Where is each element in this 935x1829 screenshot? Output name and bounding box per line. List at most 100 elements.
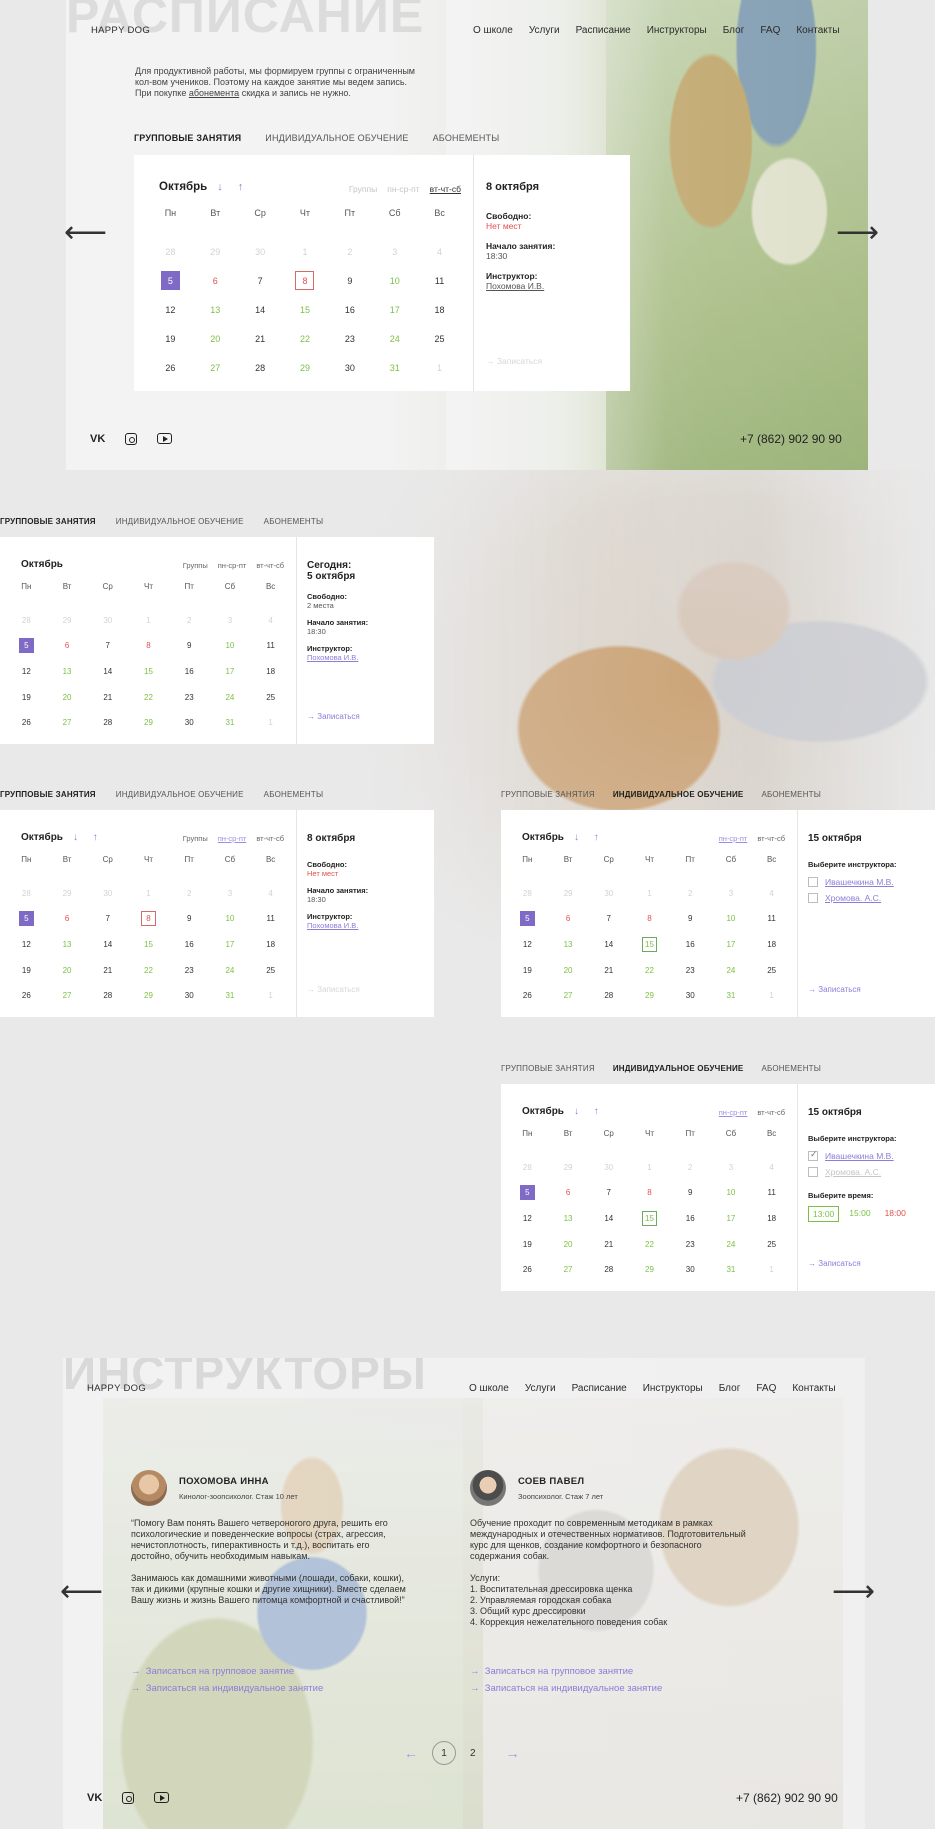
calendar-day[interactable]: 1 — [283, 237, 328, 266]
calendar-day[interactable]: 11 — [250, 906, 291, 932]
calendar-day[interactable]: 13 — [47, 659, 88, 685]
calendar-day[interactable]: 5 — [148, 266, 193, 295]
calendar-day[interactable]: 7 — [87, 633, 128, 659]
calendar-day[interactable]: 4 — [250, 881, 291, 907]
calendar-day[interactable]: 20 — [193, 324, 238, 353]
nav-link-schedule[interactable]: Расписание — [576, 25, 631, 36]
instagram-icon[interactable] — [125, 433, 138, 445]
calendar-day[interactable]: 19 — [6, 957, 47, 983]
calendar-day[interactable]: 19 — [6, 684, 47, 710]
calendar-day[interactable]: 10 — [372, 266, 417, 295]
calendar-day[interactable]: 4 — [751, 881, 792, 907]
subscription-link[interactable]: абонемента — [189, 88, 239, 98]
calendar-day[interactable]: 30 — [238, 237, 283, 266]
calendar-day[interactable]: 8 — [128, 633, 169, 659]
calendar-day[interactable]: 12 — [507, 1206, 548, 1232]
calendar-day[interactable]: 25 — [250, 957, 291, 983]
phone-number[interactable]: +7 (862) 902 90 90 — [736, 1791, 838, 1805]
calendar-day[interactable]: 11 — [751, 1180, 792, 1206]
calendar-day[interactable]: 29 — [629, 983, 670, 1009]
calendar-day[interactable]: 9 — [169, 906, 210, 932]
calendar-day[interactable]: 13 — [47, 932, 88, 958]
calendar-day[interactable]: 28 — [588, 1257, 629, 1283]
nav-link-blog[interactable]: Блог — [723, 25, 745, 36]
calendar-day[interactable]: 3 — [210, 881, 251, 907]
calendar-day[interactable]: 21 — [87, 957, 128, 983]
calendar-day[interactable]: 16 — [670, 1206, 711, 1232]
calendar-day[interactable]: 6 — [47, 906, 88, 932]
calendar-day[interactable]: 30 — [670, 983, 711, 1009]
calendar-day[interactable]: 31 — [711, 1257, 752, 1283]
calendar-day[interactable]: 20 — [548, 1231, 589, 1257]
calendar-day[interactable]: 23 — [169, 957, 210, 983]
calendar-day[interactable]: 23 — [169, 684, 210, 710]
calendar-day[interactable]: 15 — [128, 659, 169, 685]
calendar-day[interactable]: 2 — [327, 237, 372, 266]
calendar-day[interactable]: 16 — [327, 295, 372, 324]
calendar-day[interactable]: 16 — [169, 932, 210, 958]
tab-group[interactable]: ГРУППОВЫЕ ЗАНЯТИЯ — [134, 133, 241, 143]
checkbox-checked[interactable] — [808, 1149, 818, 1161]
calendar-day[interactable]: 4 — [751, 1155, 792, 1181]
calendar-day[interactable]: 28 — [87, 710, 128, 736]
time-option[interactable]: 13:00 — [808, 1206, 840, 1222]
youtube-icon[interactable] — [157, 433, 173, 444]
calendar-day[interactable]: 29 — [47, 881, 88, 907]
calendar-day[interactable]: 11 — [417, 266, 462, 295]
enroll-group-link[interactable]: → Записаться на групповое занятие — [470, 1663, 662, 1680]
checkbox[interactable] — [808, 877, 818, 887]
enroll-button[interactable]: → Записаться — [808, 1259, 861, 1268]
calendar-day[interactable]: 18 — [250, 659, 291, 685]
calendar-day[interactable]: 21 — [238, 324, 283, 353]
calendar-day[interactable]: 12 — [148, 295, 193, 324]
calendar-day[interactable]: 29 — [193, 237, 238, 266]
calendar-day[interactable]: 18 — [751, 932, 792, 958]
calendar-day[interactable]: 30 — [87, 881, 128, 907]
calendar-day[interactable]: 24 — [711, 1231, 752, 1257]
calendar-day[interactable]: 4 — [250, 608, 291, 634]
prev-arrow-icon[interactable]: ⟵ — [60, 1577, 103, 1607]
calendar-day[interactable]: 14 — [588, 932, 629, 958]
calendar-day[interactable]: 17 — [210, 932, 251, 958]
mode-tue-thu-sat[interactable]: вт-чт-сб — [430, 184, 461, 194]
calendar-day[interactable]: 13 — [548, 932, 589, 958]
calendar-day[interactable]: 25 — [751, 957, 792, 983]
calendar-day[interactable]: 25 — [250, 684, 291, 710]
calendar-day[interactable]: 8 — [283, 266, 328, 295]
calendar-day[interactable]: 27 — [47, 983, 88, 1009]
calendar-day[interactable]: 5 — [507, 1180, 548, 1206]
calendar-day[interactable]: 23 — [327, 324, 372, 353]
instructor-option-2[interactable]: Хромова. А.С. — [808, 893, 925, 903]
calendar-day[interactable]: 2 — [169, 608, 210, 634]
calendar-day[interactable]: 20 — [47, 684, 88, 710]
logo[interactable]: HAPPY DOG — [91, 25, 150, 36]
calendar-day[interactable]: 8 — [629, 1180, 670, 1206]
tab-subscriptions[interactable]: АБОНЕМЕНТЫ — [264, 517, 324, 526]
prev-arrow-icon[interactable]: ⟵ — [64, 218, 107, 248]
calendar-day[interactable]: 23 — [670, 1231, 711, 1257]
calendar-day[interactable]: 29 — [283, 353, 328, 382]
calendar-day[interactable]: 3 — [711, 881, 752, 907]
nav-link-instructors[interactable]: Инструкторы — [647, 25, 707, 36]
calendar-day[interactable]: 9 — [670, 1180, 711, 1206]
calendar-day[interactable]: 28 — [148, 237, 193, 266]
calendar-day[interactable]: 28 — [507, 1155, 548, 1181]
calendar-day[interactable]: 9 — [169, 633, 210, 659]
nav-link-faq[interactable]: FAQ — [760, 25, 780, 36]
calendar-day[interactable]: 29 — [47, 608, 88, 634]
calendar-day[interactable]: 31 — [210, 983, 251, 1009]
calendar-day[interactable]: 7 — [238, 266, 283, 295]
calendar-day[interactable]: 13 — [548, 1206, 589, 1232]
calendar-day[interactable]: 17 — [711, 932, 752, 958]
calendar-day[interactable]: 14 — [588, 1206, 629, 1232]
calendar-day[interactable]: 14 — [238, 295, 283, 324]
calendar-day[interactable]: 12 — [6, 659, 47, 685]
calendar-day[interactable]: 1 — [250, 983, 291, 1009]
calendar-day[interactable]: 5 — [507, 906, 548, 932]
calendar-day[interactable]: 5 — [6, 633, 47, 659]
calendar-day[interactable]: 12 — [507, 932, 548, 958]
tab-individual[interactable]: ИНДИВИДУАЛЬНОЕ ОБУЧЕНИЕ — [116, 517, 244, 526]
calendar-day[interactable]: 31 — [372, 353, 417, 382]
month-switch-icon[interactable]: ↓ ↑ — [217, 181, 249, 193]
calendar-day[interactable]: 2 — [670, 881, 711, 907]
